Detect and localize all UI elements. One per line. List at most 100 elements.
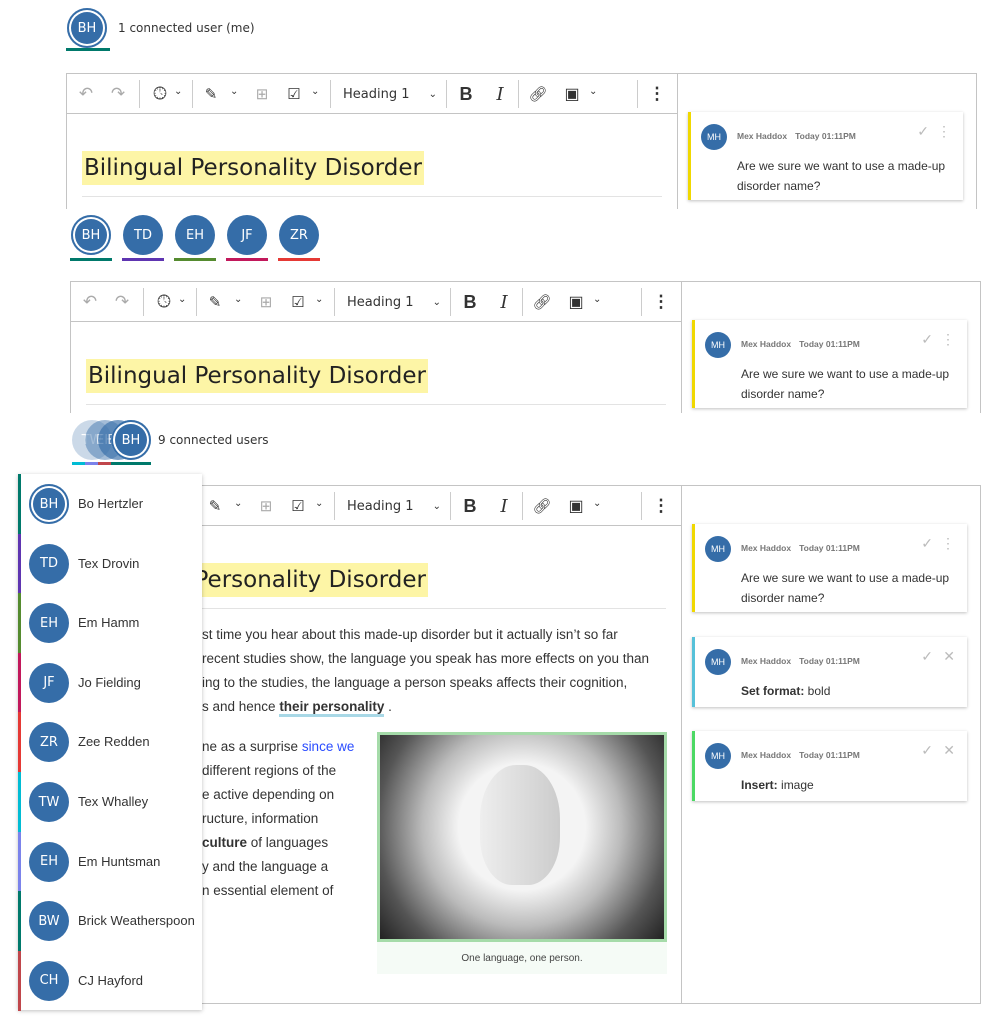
heading-dropdown[interactable]: Heading 1 ⌄: [347, 494, 441, 518]
toolbar-divider: [641, 492, 642, 520]
bold-button[interactable]: B: [460, 494, 480, 518]
add-comment-icon[interactable]: ⊞: [252, 82, 272, 106]
insert-image-icon[interactable]: ▣: [565, 290, 587, 314]
user-color-indicator: [98, 462, 111, 465]
user-list-item[interactable]: EH Em Huntsman: [18, 831, 202, 892]
heading-dropdown[interactable]: Heading 1 ⌄: [343, 82, 437, 106]
more-options-icon[interactable]: ⋮: [651, 494, 671, 518]
track-changes-icon[interactable]: ✎: [205, 290, 225, 314]
connected-users-text: 9 connected users: [158, 433, 269, 447]
chevron-down-icon[interactable]: ⌄: [234, 498, 242, 509]
chevron-down-icon[interactable]: ⌄: [311, 86, 319, 97]
accept-check-icon[interactable]: ✓: [921, 648, 933, 665]
accept-check-icon[interactable]: ✓: [921, 535, 933, 552]
comment-text: Are we sure we want to use a made-up dis…: [741, 367, 950, 401]
avatar[interactable]: ZR: [279, 215, 319, 255]
avatar[interactable]: TD: [123, 215, 163, 255]
revision-history-icon[interactable]: 🕓︎: [149, 82, 171, 106]
comments-icon[interactable]: ☑: [288, 290, 308, 314]
user-list-item[interactable]: EH Em Hamm: [18, 593, 202, 654]
comment-card[interactable]: MH Mex Haddox Today 01:11PM ✓ ⋮ Are we su…: [692, 320, 967, 408]
link-icon[interactable]: 🔗︎: [528, 82, 548, 106]
discard-x-icon[interactable]: ✕: [943, 742, 955, 759]
discard-x-icon[interactable]: ✕: [943, 648, 955, 665]
chevron-down-icon[interactable]: ⌄: [593, 498, 601, 509]
text-fragment: of languages: [247, 835, 329, 850]
suggestion-card[interactable]: MH Mex Haddox Today 01:11PM ✓ ✕ Insert: i…: [692, 731, 967, 801]
user-list-item[interactable]: BH Bo Hertzler: [18, 474, 202, 534]
comments-sidebar: MH Mex Haddox Today 01:11PM ✓ ⋮ Are we su…: [677, 74, 976, 209]
user-list-item[interactable]: ZR Zee Redden: [18, 712, 202, 773]
insert-image-icon[interactable]: ▣: [565, 494, 587, 518]
accept-check-icon[interactable]: ✓: [921, 742, 933, 759]
user-color-indicator: [85, 462, 98, 465]
more-options-icon[interactable]: ⋮: [651, 290, 671, 314]
link-icon[interactable]: 🔗︎: [532, 290, 552, 314]
chevron-down-icon[interactable]: ⌄: [178, 294, 186, 305]
user-list-item[interactable]: CH CJ Hayford: [18, 950, 202, 1011]
avatar: EH: [29, 841, 69, 882]
paragraph-2[interactable]: ne as a surprise since we different regi…: [202, 735, 354, 903]
user-list-item[interactable]: JF Jo Fielding: [18, 652, 202, 713]
user-list-item[interactable]: TW Tex Whalley: [18, 772, 202, 832]
comment-time: Today 01:11PM: [795, 131, 856, 141]
suggestion-text: Set format: bold: [741, 681, 957, 701]
document-title[interactable]: Bilingual Personality Disorder: [82, 151, 425, 185]
comment-card[interactable]: MH Mex Haddox Today 01:11PM ✓ ⋮ Are we su…: [692, 524, 967, 612]
add-comment-icon[interactable]: ⊞: [256, 494, 276, 518]
user-list-item[interactable]: BW Brick Weatherspoon: [18, 891, 202, 952]
comments-icon[interactable]: ☑: [284, 82, 304, 106]
paragraph-1[interactable]: st time you hear about this made-up diso…: [202, 623, 649, 719]
track-changes-icon[interactable]: ✎: [205, 494, 225, 518]
chevron-down-icon[interactable]: ⌄: [315, 498, 323, 509]
chevron-down-icon[interactable]: ⌄: [234, 294, 242, 305]
more-options-icon[interactable]: ⋮: [937, 123, 951, 140]
heading-dropdown[interactable]: Heading 1 ⌄: [347, 290, 441, 314]
image-caption[interactable]: One language, one person.: [377, 942, 667, 974]
tracked-change-bold[interactable]: their personality: [279, 699, 385, 717]
toolbar-divider: [196, 288, 197, 316]
redo-icon[interactable]: ↷: [113, 290, 131, 314]
avatar[interactable]: EH: [175, 215, 215, 255]
chevron-down-icon[interactable]: ⌄: [593, 294, 601, 305]
chevron-down-icon[interactable]: ⌄: [174, 86, 182, 97]
text-line: n essential element of: [202, 883, 334, 898]
link-icon[interactable]: 🔗︎: [532, 494, 552, 518]
redo-icon[interactable]: ↷: [109, 82, 127, 106]
avatar[interactable]: JF: [227, 215, 267, 255]
bold-button[interactable]: B: [460, 290, 480, 314]
italic-button[interactable]: I: [490, 82, 510, 106]
undo-icon[interactable]: ↶: [77, 82, 95, 106]
image-phrenology-head[interactable]: [377, 732, 667, 942]
chevron-down-icon[interactable]: ⌄: [589, 86, 597, 97]
avatar-stack[interactable]: TW EH BW BH: [72, 420, 152, 466]
suggestion-card[interactable]: MH Mex Haddox Today 01:11PM ✓ ✕ Set forma…: [692, 637, 967, 707]
text-link[interactable]: since we: [302, 739, 355, 754]
comments-icon[interactable]: ☑: [288, 494, 308, 518]
user-list-item[interactable]: TD Tex Drovin: [18, 533, 202, 594]
heading-dropdown-value: Heading 1: [343, 86, 410, 102]
revision-history-icon[interactable]: 🕓︎: [153, 290, 175, 314]
more-options-icon[interactable]: ⋮: [941, 331, 955, 348]
undo-icon[interactable]: ↶: [81, 290, 99, 314]
add-comment-icon[interactable]: ⊞: [256, 290, 276, 314]
insert-image-icon[interactable]: ▣: [561, 82, 583, 106]
avatar[interactable]: BH: [67, 8, 107, 48]
document-title[interactable]: Bilingual Personality Disorder: [86, 359, 429, 393]
italic-button[interactable]: I: [494, 290, 514, 314]
more-options-icon[interactable]: ⋮: [647, 82, 667, 106]
accept-check-icon[interactable]: ✓: [917, 123, 929, 140]
suggestion-label: Insert:: [741, 778, 778, 792]
more-options-icon[interactable]: ⋮: [941, 535, 955, 552]
chevron-down-icon: ⌄: [432, 500, 441, 512]
chevron-down-icon[interactable]: ⌄: [315, 294, 323, 305]
italic-button[interactable]: I: [494, 494, 514, 518]
comment-card[interactable]: MH Mex Haddox Today 01:11PM ✓ ⋮ Are we su…: [688, 112, 963, 200]
track-changes-icon[interactable]: ✎: [201, 82, 221, 106]
avatar[interactable]: BH: [71, 215, 111, 255]
user-name: CJ Hayford: [78, 972, 144, 988]
chevron-down-icon[interactable]: ⌄: [230, 86, 238, 97]
accept-check-icon[interactable]: ✓: [921, 331, 933, 348]
bold-button[interactable]: B: [456, 82, 476, 106]
toolbar-divider: [522, 492, 523, 520]
